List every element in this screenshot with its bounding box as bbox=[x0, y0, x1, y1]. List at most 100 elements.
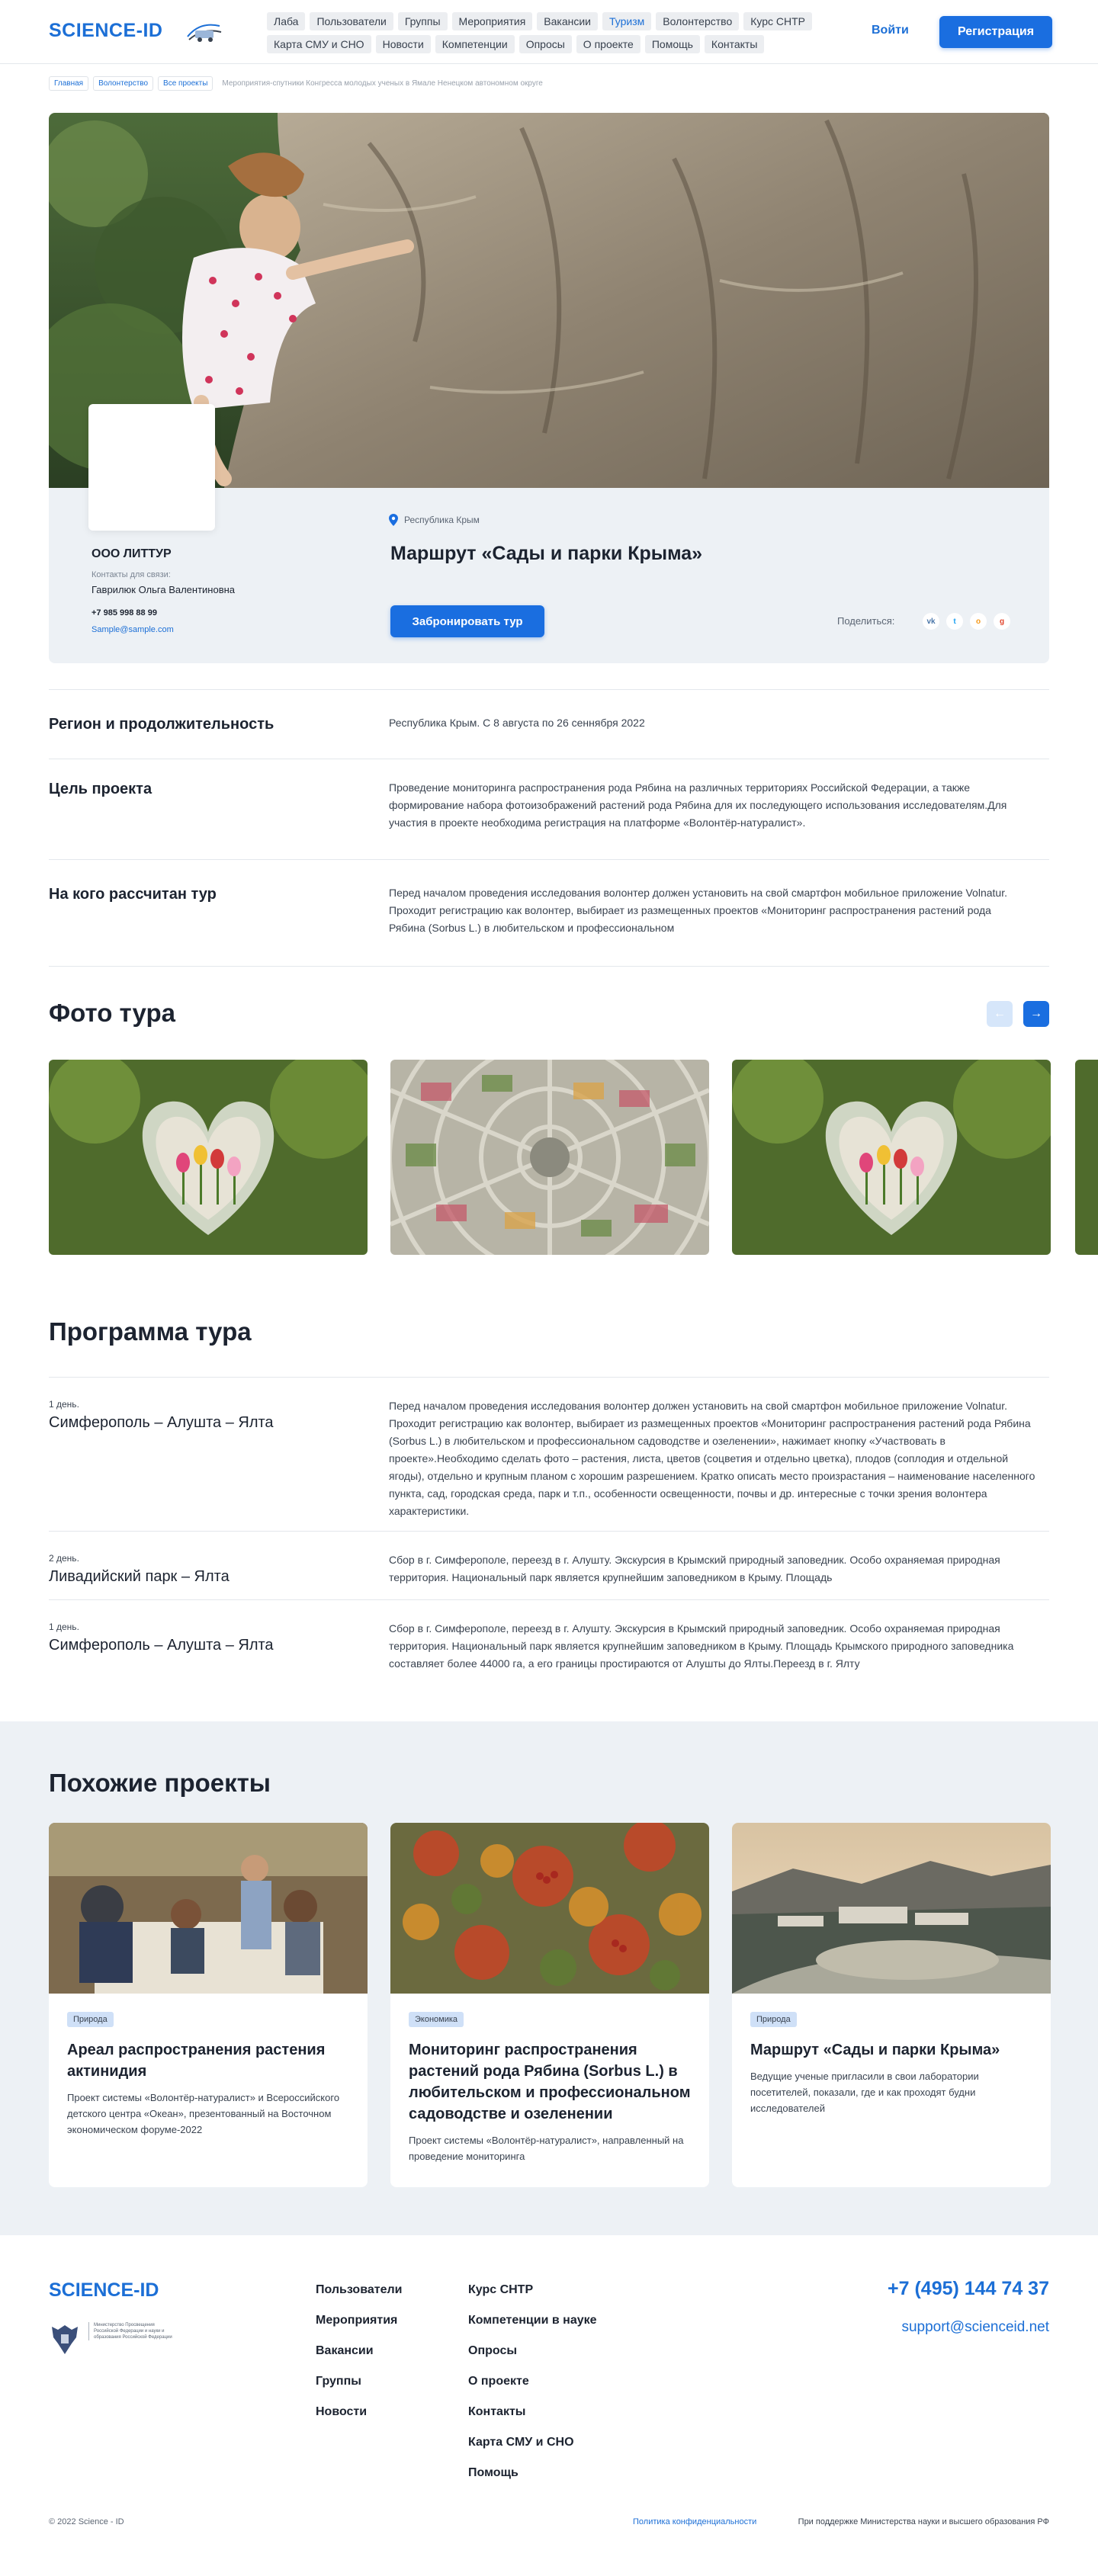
similar-card-3[interactable]: Природа Маршрут «Сады и парки Крыма» Вед… bbox=[732, 1823, 1051, 2187]
nav-item-2[interactable]: Группы bbox=[397, 12, 448, 30]
nav-item-6[interactable]: Волонтерство bbox=[656, 12, 740, 30]
nav-item-8[interactable]: Карта СМУ и СНО bbox=[267, 35, 371, 53]
similar-card-image bbox=[732, 1823, 1051, 1994]
info-label: Регион и продолжительность bbox=[49, 716, 274, 733]
nav-item-7[interactable]: Курс СНТР bbox=[743, 12, 813, 30]
similar-card-image bbox=[390, 1823, 709, 1994]
organizer-email-link[interactable]: Sample@sample.com bbox=[92, 625, 174, 634]
program-row: 2 день. Ливадийский парк – Ялта Сбор в г. … bbox=[49, 1531, 1049, 1599]
nav-item-13[interactable]: Помощь bbox=[644, 35, 700, 53]
arrow-left-icon: ← bbox=[994, 1007, 1006, 1020]
program-text: Сбор в г. Симферополе, переезд в г. Алуш… bbox=[389, 1554, 1000, 1583]
nav-item-1[interactable]: Пользователи bbox=[310, 12, 393, 30]
footer-link[interactable]: Помощь bbox=[468, 2458, 597, 2488]
share-icons: vk t o g bbox=[923, 613, 1010, 630]
book-tour-button[interactable]: Забронировать тур bbox=[390, 605, 544, 637]
tour-photo-2[interactable] bbox=[390, 1060, 709, 1255]
footer-link[interactable]: Карта СМУ и СНО bbox=[468, 2427, 597, 2458]
card-badge: Экономика bbox=[409, 2012, 464, 2027]
card-text: Ведущие ученые пригласили в свои лаборат… bbox=[750, 2071, 979, 2114]
tour-photo-4-partial[interactable] bbox=[1075, 1060, 1098, 1255]
tour-location: Республика Крым bbox=[389, 514, 480, 526]
info-row: Цель проекта Проведение мониторинга распр… bbox=[49, 759, 1049, 859]
google-plus-icon[interactable]: g bbox=[994, 613, 1010, 630]
nav-item-11[interactable]: Опросы bbox=[518, 35, 572, 53]
organizer-name: ООО ЛИТТУР bbox=[92, 547, 172, 560]
footer-link[interactable]: Контакты bbox=[468, 2397, 597, 2427]
card-badge: Природа bbox=[750, 2012, 797, 2027]
similar-card-2[interactable]: Экономика Мониторинг распространения рас… bbox=[390, 1823, 709, 2187]
footer-link[interactable]: О проекте bbox=[468, 2366, 597, 2397]
breadcrumb-item-1[interactable]: Волонтерство bbox=[93, 76, 154, 91]
footer-phone[interactable]: +7 (495) 144 74 37 bbox=[839, 2278, 1049, 2300]
register-button[interactable]: Регистрация bbox=[939, 16, 1052, 48]
organizer-logo bbox=[88, 404, 215, 531]
location-pin-icon bbox=[389, 514, 398, 526]
footer-link[interactable]: Вакансии bbox=[316, 2336, 402, 2366]
info-text: Проведение мониторинга распространения р… bbox=[389, 781, 1007, 829]
photos-prev-button[interactable]: ← bbox=[987, 1001, 1013, 1027]
organizer-phone: +7 985 998 88 99 bbox=[92, 608, 157, 618]
footer-link[interactable]: Группы bbox=[316, 2366, 402, 2397]
similar-card-image bbox=[49, 1823, 368, 1994]
footer-logo[interactable]: SCIENCE-ID bbox=[49, 2279, 159, 2302]
program-day: 1 день. bbox=[49, 1622, 79, 1632]
card-badge: Природа bbox=[67, 2012, 114, 2027]
odnoklassniki-icon[interactable]: o bbox=[970, 613, 987, 630]
photos-title: Фото тура bbox=[49, 999, 175, 1027]
program-route: Симферополь – Алушта – Ялта bbox=[49, 1637, 274, 1654]
nav-item-0[interactable]: Лаба bbox=[267, 12, 306, 30]
nav-item-10[interactable]: Компетенции bbox=[435, 35, 515, 53]
science-emblem-icon bbox=[187, 24, 222, 42]
card-text: Проект системы «Волонтёр-натуралист», на… bbox=[409, 2135, 684, 2162]
photos-next-button[interactable]: → bbox=[1023, 1001, 1049, 1027]
main-nav: Лаба Пользователи Группы Мероприятия Ваканси… bbox=[267, 12, 824, 53]
info-text: Перед началом проведения исследования во… bbox=[389, 887, 1007, 934]
footer-email[interactable]: support@scienceid.net bbox=[839, 2319, 1049, 2336]
info-row-end bbox=[49, 966, 1049, 967]
footer-copyright: © 2022 Science - ID bbox=[49, 2517, 124, 2526]
twitter-icon[interactable]: t bbox=[946, 613, 963, 630]
nav-item-14[interactable]: Контакты bbox=[704, 35, 765, 53]
breadcrumb-item-3: Мероприятия-спутники Конгресса молодых у… bbox=[222, 79, 543, 88]
footer-support-text: При поддержке Министерства науки и высше… bbox=[798, 2517, 1049, 2526]
program-day: 2 день. bbox=[49, 1553, 79, 1564]
program-text: Перед началом проведения исследования во… bbox=[389, 1400, 1035, 1517]
footer-link[interactable]: Мероприятия bbox=[316, 2305, 402, 2336]
footer-link[interactable]: Компетенции в науке bbox=[468, 2305, 597, 2336]
nav-item-5[interactable]: Туризм bbox=[602, 12, 652, 30]
footer-link[interactable]: Пользователи bbox=[316, 2275, 402, 2305]
similar-card-1[interactable]: Природа Ареал распространения растения а… bbox=[49, 1823, 368, 2187]
program-day: 1 день. bbox=[49, 1399, 79, 1410]
nav-item-3[interactable]: Мероприятия bbox=[451, 12, 533, 30]
breadcrumb-item-0[interactable]: Главная bbox=[49, 76, 89, 91]
ministry-logo: Министерство Просвещения Российской Феде… bbox=[49, 2322, 186, 2363]
share-label: Поделиться: bbox=[837, 615, 895, 627]
program-text: Сбор в г. Симферополе, переезд в г. Алуш… bbox=[389, 1622, 1014, 1670]
footer-link[interactable]: Опросы bbox=[468, 2336, 597, 2366]
login-link[interactable]: Войти bbox=[872, 24, 909, 37]
privacy-policy-link[interactable]: Политика конфиденциальности bbox=[633, 2517, 756, 2526]
nav-item-12[interactable]: О проекте bbox=[576, 35, 640, 53]
similar-title: Похожие проекты bbox=[49, 1769, 271, 1797]
info-label: Цель проекта bbox=[49, 781, 152, 797]
tour-title: Маршрут «Сады и парки Крыма» bbox=[390, 543, 703, 564]
arrow-right-icon: → bbox=[1030, 1007, 1042, 1020]
organizer-contacts-label: Контакты для связи: bbox=[92, 570, 171, 579]
nav-item-4[interactable]: Вакансии bbox=[537, 12, 598, 30]
program-route: Симферополь – Алушта – Ялта bbox=[49, 1414, 274, 1431]
card-title: Мониторинг распространения растений рода… bbox=[409, 2042, 691, 2122]
nav-item-9[interactable]: Новости bbox=[375, 35, 431, 53]
vk-icon[interactable]: vk bbox=[923, 613, 939, 630]
footer-link[interactable]: Курс СНТР bbox=[468, 2275, 597, 2305]
site-logo[interactable]: SCIENCE-ID bbox=[49, 20, 162, 42]
tour-photo-3[interactable] bbox=[732, 1060, 1051, 1255]
organizer-person: Гаврилюк Ольга Валентиновна bbox=[92, 584, 236, 595]
card-text: Проект системы «Волонтёр-натуралист» и В… bbox=[67, 2092, 340, 2135]
footer-link[interactable]: Новости bbox=[316, 2397, 402, 2427]
tour-photo-1[interactable] bbox=[49, 1060, 368, 1255]
info-text: Республика Крым. С 8 августа по 26 сення… bbox=[389, 717, 645, 729]
program-route: Ливадийский парк – Ялта bbox=[49, 1568, 230, 1585]
info-label: На кого рассчитан тур bbox=[49, 886, 217, 903]
breadcrumb-item-2[interactable]: Все проекты bbox=[158, 76, 214, 91]
